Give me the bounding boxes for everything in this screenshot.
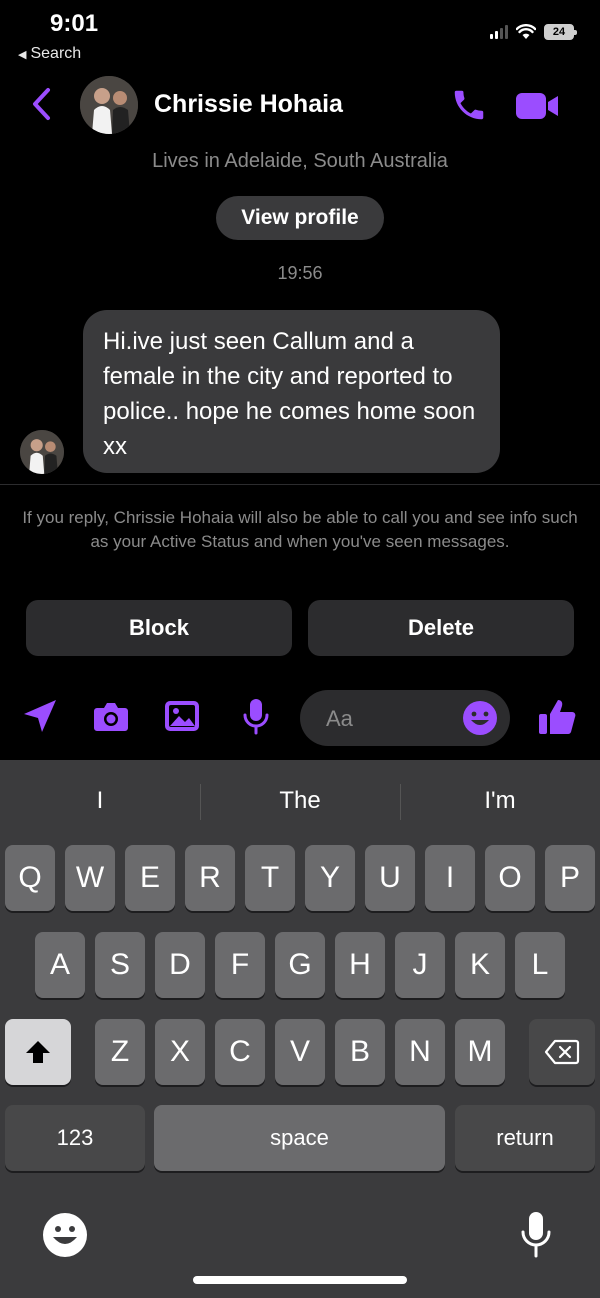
battery-icon: 24 <box>544 24 577 40</box>
key-n[interactable]: N <box>395 1019 445 1085</box>
key-d[interactable]: D <box>155 932 205 998</box>
emoji-keyboard-icon[interactable] <box>42 1212 88 1258</box>
message-request-note: If you reply, Chrissie Hohaia will also … <box>22 508 578 551</box>
backspace-icon <box>544 1039 580 1065</box>
back-to-search[interactable]: ◀ Search <box>18 45 81 63</box>
back-triangle-icon: ◀ <box>18 48 27 61</box>
back-to-search-label: Search <box>30 45 82 62</box>
key-b[interactable]: B <box>335 1019 385 1085</box>
gallery-icon[interactable] <box>162 696 202 736</box>
key-y[interactable]: Y <box>305 845 355 911</box>
emoji-icon[interactable] <box>462 700 498 736</box>
key-f[interactable]: F <box>215 932 265 998</box>
key-j[interactable]: J <box>395 932 445 998</box>
shift-icon <box>26 1041 50 1063</box>
key-u[interactable]: U <box>365 845 415 911</box>
key-h[interactable]: H <box>335 932 385 998</box>
return-key[interactable]: return <box>455 1105 595 1171</box>
key-a[interactable]: A <box>35 932 85 998</box>
space-key[interactable]: space <box>154 1105 445 1171</box>
suggestion-item[interactable]: I <box>0 780 200 822</box>
view-profile-button[interactable]: View profile <box>216 196 384 240</box>
key-e[interactable]: E <box>125 845 175 911</box>
suggestion-item[interactable]: I'm <box>400 780 600 822</box>
suggestion-item[interactable]: The <box>200 780 400 822</box>
status-time: 9:01 <box>50 10 99 37</box>
key-o[interactable]: O <box>485 845 535 911</box>
key-x[interactable]: X <box>155 1019 205 1085</box>
shift-key[interactable] <box>5 1019 71 1085</box>
camera-icon[interactable] <box>91 696 131 736</box>
keyboard: I The I'm Q W E R T Y U I O P A S D F G … <box>0 760 600 1298</box>
cellular-signal-icon <box>490 25 508 39</box>
numbers-key[interactable]: 123 <box>5 1105 145 1171</box>
contact-avatar[interactable] <box>80 76 138 134</box>
avatar-photo <box>20 430 64 474</box>
thumbs-up-icon[interactable] <box>536 696 578 738</box>
phone-icon[interactable] <box>450 86 488 124</box>
avatar-photo <box>80 76 138 134</box>
key-s[interactable]: S <box>95 932 145 998</box>
wifi-icon <box>516 24 536 39</box>
key-i[interactable]: I <box>425 845 475 911</box>
sender-avatar[interactable] <box>20 430 64 474</box>
message-input[interactable]: Aa <box>300 690 510 746</box>
dictation-microphone-icon[interactable] <box>518 1210 554 1260</box>
key-g[interactable]: G <box>275 932 325 998</box>
contact-name[interactable]: Chrissie Hohaia <box>154 90 343 119</box>
key-m[interactable]: M <box>455 1019 505 1085</box>
divider <box>0 484 600 485</box>
home-indicator[interactable] <box>193 1276 407 1284</box>
status-icons: 24 <box>490 24 577 40</box>
key-z[interactable]: Z <box>95 1019 145 1085</box>
location-arrow-icon[interactable] <box>20 696 60 736</box>
delete-button[interactable]: Delete <box>308 600 574 656</box>
key-c[interactable]: C <box>215 1019 265 1085</box>
message-timestamp: 19:56 <box>277 263 323 283</box>
chevron-left-icon[interactable] <box>28 86 54 122</box>
delete-key[interactable] <box>529 1019 595 1085</box>
video-camera-icon[interactable] <box>514 90 560 122</box>
key-q[interactable]: Q <box>5 845 55 911</box>
microphone-icon[interactable] <box>236 696 276 736</box>
message-input-placeholder: Aa <box>326 706 353 731</box>
predictive-text-bar: I The I'm <box>0 780 600 822</box>
key-l[interactable]: L <box>515 932 565 998</box>
message-bubble[interactable]: Hi.ive just seen Callum and a female in … <box>83 310 500 473</box>
key-r[interactable]: R <box>185 845 235 911</box>
contact-location: Lives in Adelaide, South Australia <box>152 150 448 172</box>
block-button[interactable]: Block <box>26 600 292 656</box>
key-v[interactable]: V <box>275 1019 325 1085</box>
key-k[interactable]: K <box>455 932 505 998</box>
key-p[interactable]: P <box>545 845 595 911</box>
key-w[interactable]: W <box>65 845 115 911</box>
key-t[interactable]: T <box>245 845 295 911</box>
